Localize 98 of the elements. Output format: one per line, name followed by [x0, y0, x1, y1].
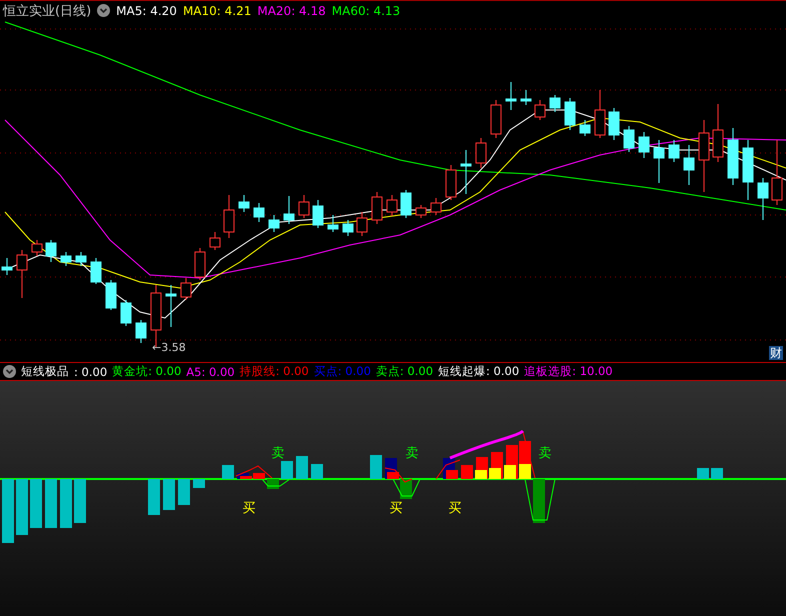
candlestick: [476, 138, 486, 168]
indicator-bar: [60, 479, 72, 528]
candlestick: [758, 178, 768, 220]
indicator-bar: [193, 479, 205, 488]
candlestick: [180, 278, 192, 300]
candlestick: [210, 232, 220, 250]
indicator-value: 持股线: 0.00: [240, 364, 309, 379]
ma-value: MA5: 4.20: [116, 4, 177, 18]
indicator-value: 追板选股: 10.00: [524, 364, 613, 379]
indicator-bar: [461, 465, 473, 479]
candlestick: [194, 248, 206, 280]
candlestick: [772, 140, 782, 206]
buy-signal-label: 买: [242, 501, 256, 516]
candlestick: [238, 194, 250, 212]
collapse-icon[interactable]: [3, 365, 16, 378]
candlestick: [90, 258, 102, 284]
candlestick: [328, 214, 338, 232]
indicator-bar: [267, 479, 279, 489]
indicator-value: : 0.00: [74, 364, 108, 378]
candlestick: [400, 190, 412, 218]
candlestick: [534, 100, 546, 120]
indicator-bar: [163, 479, 175, 510]
candlestick: [490, 100, 502, 138]
candlestick: [520, 90, 532, 106]
indicator-bar: [533, 479, 545, 523]
indicator-value: 卖点: 0.00: [376, 364, 434, 379]
candlestick: [728, 128, 738, 186]
candlestick: [654, 140, 664, 184]
candlestick: [386, 194, 398, 216]
candlestick: [430, 198, 442, 216]
candlestick: [268, 214, 280, 232]
candlestick: [608, 108, 620, 140]
indicator-bar: [45, 479, 57, 528]
candlestick: [550, 94, 560, 112]
candlestick: [32, 240, 42, 256]
candlestick: [594, 90, 606, 138]
sell-signal-label: 卖: [538, 446, 552, 461]
stock-title: 恒立实业(日线): [3, 2, 92, 20]
candlestick: [446, 164, 456, 200]
indicator-value: 黄金坑: 0.00: [112, 364, 182, 379]
candlestick: [60, 252, 72, 266]
low-price-label: ←3.58: [152, 341, 186, 354]
indicator-bar: [296, 456, 308, 479]
indicator-bar: [74, 479, 86, 523]
indicator-bar: [2, 479, 14, 543]
candlestick: [638, 132, 650, 158]
candlestick: [564, 98, 576, 130]
candlestick: [76, 252, 86, 266]
buy-signal-label: 买: [448, 501, 462, 516]
ma-value: MA10: 4.21: [182, 4, 252, 18]
candlestick: [224, 194, 234, 238]
indicator-value: 短线起爆: 0.00: [438, 364, 520, 379]
candlestick: [284, 196, 294, 224]
candlestick: [624, 126, 634, 152]
candlestick: [684, 144, 694, 186]
candlestick: [2, 258, 12, 276]
candlestick: [254, 202, 264, 222]
buy-signal-label: 买: [390, 501, 402, 516]
candlestick: [136, 320, 146, 344]
candlestick: [46, 240, 56, 262]
finance-badge[interactable]: 财: [769, 346, 783, 360]
collapse-icon[interactable]: [97, 4, 110, 17]
indicator-value: A5: 0.00: [186, 364, 235, 378]
indicator-bar: [711, 468, 723, 479]
indicator-value: 买点: 0.00: [314, 364, 371, 379]
indicator-bar: [697, 468, 709, 479]
candlestick: [166, 284, 176, 328]
candlestick: [298, 194, 310, 218]
candlestick: [506, 82, 516, 110]
ma-value: MA20: 4.18: [257, 4, 326, 18]
candlestick: [460, 150, 472, 194]
indicator-line: [436, 460, 460, 480]
candlestick: [372, 192, 382, 224]
candlestick: [312, 200, 324, 228]
indicator-line: [384, 468, 412, 483]
sell-signal-label: 卖: [406, 446, 418, 461]
candlestick: [712, 104, 724, 162]
candlestick: [356, 212, 368, 236]
candlestick: [742, 140, 754, 200]
indicator-bar: [178, 479, 190, 505]
candlestick: [416, 204, 426, 218]
indicator-bar: [148, 479, 160, 515]
candlestick: [580, 120, 590, 136]
indicator-bar: [311, 464, 323, 479]
indicator-bar: [370, 455, 382, 479]
indicator-name: 短线极品: [21, 364, 69, 379]
candlestick: [120, 300, 132, 326]
indicator-bar: [222, 465, 234, 479]
candlestick: [16, 250, 28, 298]
indicator-bar: [16, 479, 28, 535]
sell-signal-label: 卖: [272, 446, 284, 461]
candlestick: [342, 220, 354, 236]
indicator-bar: [30, 479, 42, 528]
indicator-line: [392, 478, 420, 496]
indicator-bar: [281, 461, 293, 479]
candlestick: [668, 140, 680, 162]
ma-value: MA60: 4.13: [332, 4, 400, 18]
candlestick: [106, 280, 116, 310]
